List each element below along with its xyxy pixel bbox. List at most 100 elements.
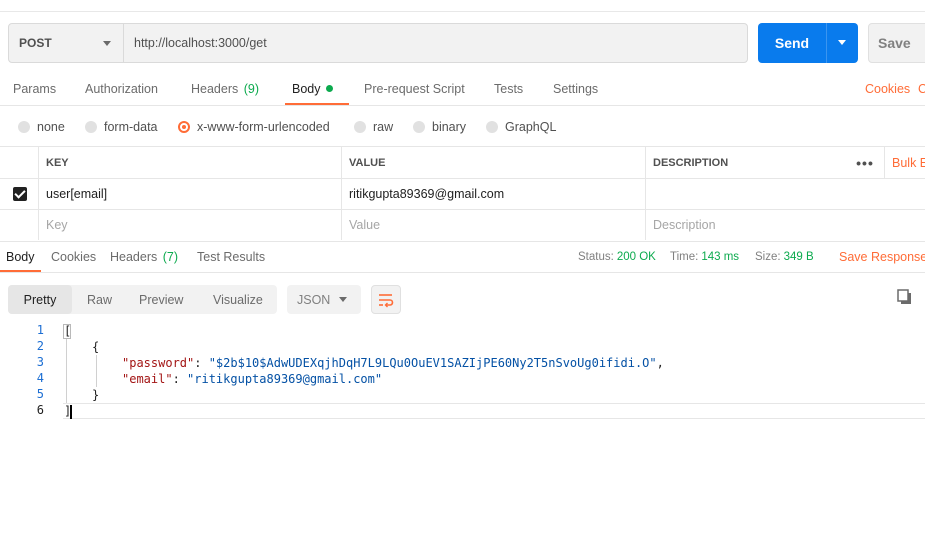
bulk-edit-link[interactable]: Bulk E	[884, 147, 925, 178]
line-number: 4	[36, 371, 44, 385]
line-number: 6	[36, 403, 44, 417]
radio-circle-icon	[413, 121, 425, 133]
radio-label: GraphQL	[505, 120, 557, 134]
send-options-chevron-icon[interactable]	[838, 40, 846, 45]
row-checkbox[interactable]	[0, 179, 39, 209]
tab-label: Headers	[191, 82, 239, 96]
status-label: Status:	[578, 251, 614, 263]
request-tabs: Params Authorization Headers (9) Body Pr…	[0, 73, 925, 106]
save-label: Save	[878, 35, 911, 51]
radio-selected-icon	[178, 121, 190, 133]
more-options-icon[interactable]: •••	[845, 147, 885, 178]
radio-label: none	[37, 120, 65, 134]
view-raw[interactable]: Raw	[87, 285, 112, 314]
radio-label: form-data	[104, 120, 158, 134]
headers-count: (7)	[162, 250, 179, 264]
line-number: 3	[36, 355, 44, 369]
code-line: "password": "$2b$10$AdwUDEXqjhDqH7L9LQu0…	[122, 356, 664, 370]
save-response-button[interactable]: Save Response	[839, 250, 925, 264]
resp-tab-test-results[interactable]: Test Results	[197, 250, 265, 264]
radio-circle-icon	[18, 121, 30, 133]
status-readout: Status: 200 OK	[578, 251, 656, 263]
line-number: 2	[36, 339, 44, 353]
body-type-options: none form-data x-www-form-urlencoded raw…	[0, 114, 925, 142]
radio-x-www-form-urlencoded[interactable]: x-www-form-urlencoded	[178, 120, 330, 134]
code-line: {	[92, 339, 99, 355]
radio-binary[interactable]: binary	[413, 120, 466, 134]
radio-form-data[interactable]: form-data	[85, 120, 158, 134]
new-key-input[interactable]: Key	[38, 210, 342, 240]
checkbox-checked-icon	[12, 187, 27, 201]
tab-body[interactable]: Body	[292, 82, 333, 96]
value-placeholder: Value	[349, 218, 381, 232]
view-preview[interactable]: Preview	[139, 285, 183, 314]
row-key[interactable]: user[email]	[38, 179, 342, 209]
wrap-lines-button[interactable]	[371, 285, 401, 314]
radio-raw[interactable]: raw	[354, 120, 393, 134]
json-key: "email"	[122, 372, 173, 386]
size-readout: Size: 349 B	[755, 251, 814, 263]
body-indicator-dot	[325, 85, 333, 92]
tab-headers[interactable]: Headers (9)	[191, 82, 259, 96]
headers-count: (9)	[243, 82, 260, 96]
line-number: 5	[36, 387, 44, 401]
line-number: 1	[36, 323, 44, 337]
header-key: KEY	[38, 147, 342, 178]
radio-graphql[interactable]: GraphQL	[486, 120, 556, 134]
tab-settings[interactable]: Settings	[553, 82, 598, 96]
view-mode-selector: Pretty Raw Preview Visualize	[8, 285, 277, 314]
table-header-row: KEY VALUE DESCRIPTION ••• Bulk E	[0, 146, 925, 178]
radio-circle-icon	[85, 121, 97, 133]
wrap-lines-icon	[379, 293, 394, 307]
tab-label: Settings	[553, 82, 599, 96]
size-label: Size:	[755, 251, 781, 263]
cookies-link[interactable]: Cookies	[865, 82, 910, 96]
open-brace: {	[92, 340, 100, 354]
url-text: http://localhost:3000/get	[134, 36, 267, 50]
row-value[interactable]: ritikgupta89369@gmail.com	[341, 179, 646, 209]
tab-label: Params	[13, 82, 57, 96]
json-string: "ritikgupta89369@gmail.com"	[187, 372, 383, 386]
tab-params[interactable]: Params	[13, 82, 56, 96]
size-value: 349 B	[783, 251, 814, 263]
header-description: DESCRIPTION	[645, 147, 845, 178]
indent-guide	[96, 355, 97, 387]
status-value: 200 OK	[616, 251, 656, 263]
radio-circle-icon	[354, 121, 366, 133]
view-visualize[interactable]: Visualize	[213, 285, 263, 314]
format-select[interactable]: JSON	[287, 285, 361, 314]
resp-tab-body[interactable]: Body	[6, 250, 35, 264]
time-label: Time:	[670, 251, 699, 263]
chevron-down-icon	[339, 297, 347, 302]
send-button[interactable]: Send	[758, 23, 858, 63]
tab-authorization[interactable]: Authorization	[85, 82, 158, 96]
time-value: 143 ms	[701, 251, 740, 263]
row-description[interactable]	[645, 179, 925, 209]
tab-label: Body	[292, 82, 321, 96]
code-link-clipped[interactable]: C	[918, 82, 925, 96]
view-pretty[interactable]: Pretty	[8, 285, 72, 314]
active-response-tab-underline	[0, 270, 41, 272]
resp-tab-cookies[interactable]: Cookies	[51, 250, 96, 264]
radio-label: raw	[373, 120, 394, 134]
resp-tab-headers[interactable]: Headers (7)	[110, 250, 178, 264]
save-button[interactable]: Save	[868, 23, 925, 63]
text-cursor	[70, 405, 72, 419]
indent-guide	[66, 339, 67, 403]
tab-pre-request-script[interactable]: Pre-request Script	[364, 82, 465, 96]
tab-label: Headers	[110, 250, 158, 264]
tab-label: Authorization	[85, 82, 158, 96]
chevron-down-icon	[103, 41, 111, 46]
copy-icon[interactable]	[897, 289, 913, 305]
open-bracket: [	[64, 324, 72, 338]
url-input[interactable]: http://localhost:3000/get	[123, 23, 748, 63]
json-key: "password"	[122, 356, 195, 370]
table-row-new: Key Value Description	[0, 209, 925, 240]
send-divider	[826, 23, 827, 63]
radio-none[interactable]: none	[18, 120, 65, 134]
method-select[interactable]: POST	[8, 23, 124, 63]
active-tab-underline	[285, 103, 349, 105]
tab-tests[interactable]: Tests	[494, 82, 523, 96]
new-description-input[interactable]: Description	[645, 210, 925, 240]
new-value-input[interactable]: Value	[341, 210, 646, 240]
